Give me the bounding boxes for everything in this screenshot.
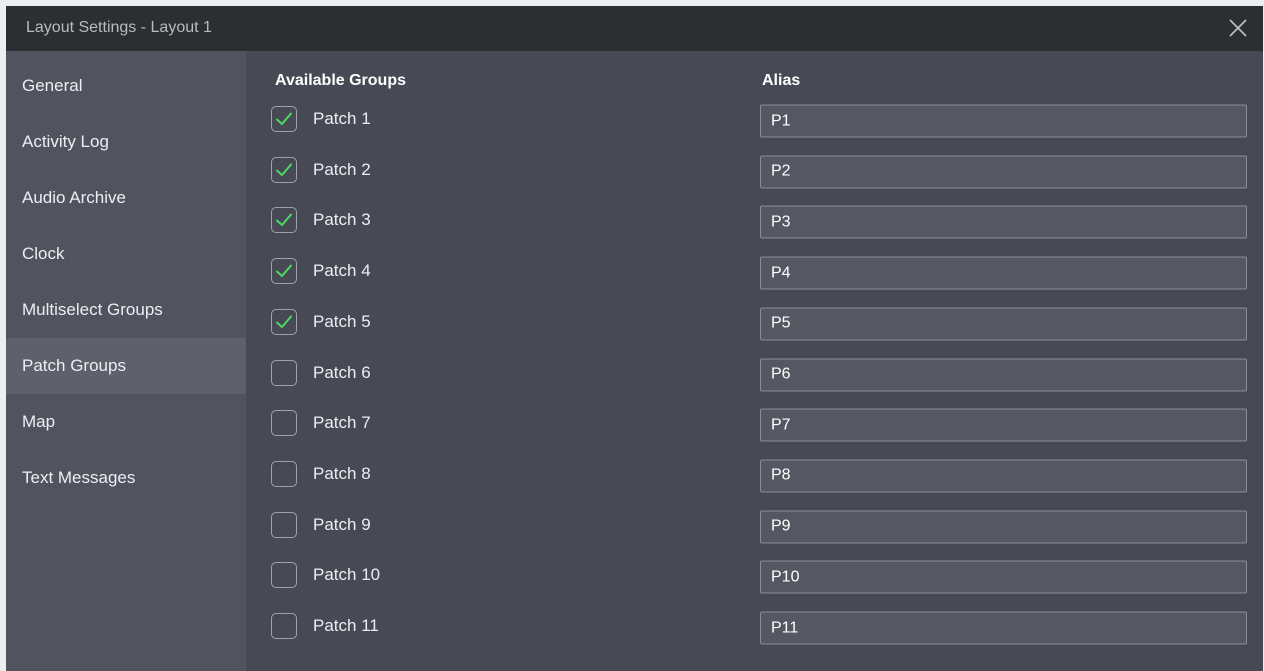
layout-settings-dialog: Layout Settings - Layout 1 General Activ… (6, 6, 1263, 671)
patch-group-row: Patch 7 (246, 405, 1263, 445)
patch-group-label: Patch 3 (313, 210, 371, 230)
alias-input[interactable] (760, 155, 1247, 189)
checkbox-checked[interactable] (271, 106, 297, 132)
patch-group-label: Patch 10 (313, 565, 381, 585)
alias-input[interactable] (760, 256, 1247, 290)
sidebar-item-text-messages[interactable]: Text Messages (6, 450, 246, 506)
sidebar-item-label: Clock (22, 244, 65, 263)
patch-group-row: Patch 8 (246, 456, 1263, 496)
sidebar-item-patch-groups[interactable]: Patch Groups (6, 338, 246, 394)
checkbox-unchecked[interactable] (271, 410, 297, 437)
alias-header: Alias (762, 72, 801, 89)
checkbox-checked[interactable] (271, 207, 297, 234)
sidebar-item-label: Text Messages (22, 468, 136, 487)
alias-input[interactable] (760, 560, 1247, 594)
patch-group-row: Patch 6 (246, 355, 1263, 395)
alias-input[interactable] (760, 611, 1247, 645)
title-bar: Layout Settings - Layout 1 (6, 6, 1263, 51)
checkbox-unchecked[interactable] (271, 359, 297, 386)
sidebar-item-label: Patch Groups (22, 356, 126, 375)
patch-group-row: Patch 3 (246, 202, 1263, 242)
settings-sidebar: General Activity Log Audio Archive Clock… (6, 51, 246, 671)
sidebar-item-general[interactable]: General (6, 58, 246, 114)
dialog-title: Layout Settings - Layout 1 (26, 19, 212, 36)
sidebar-item-clock[interactable]: Clock (6, 226, 246, 282)
available-groups-header: Available Groups (275, 72, 406, 89)
patch-group-row: Patch 4 (246, 253, 1263, 293)
checkbox-checked[interactable] (271, 156, 297, 183)
check-icon (276, 163, 292, 176)
patch-group-label: Patch 5 (313, 311, 371, 331)
patch-group-label: Patch 8 (313, 463, 371, 483)
alias-input[interactable] (760, 104, 1247, 138)
patch-group-label: Patch 9 (313, 514, 371, 534)
patch-group-row: Patch 1 (246, 101, 1263, 141)
patch-group-label: Patch 7 (313, 413, 371, 433)
check-icon (276, 112, 292, 125)
alias-input[interactable] (760, 459, 1247, 493)
patch-group-row: Patch 11 (246, 608, 1263, 648)
sidebar-item-label: Activity Log (22, 132, 109, 151)
sidebar-item-activity-log[interactable]: Activity Log (6, 114, 246, 170)
patch-group-row: Patch 5 (246, 304, 1263, 344)
sidebar-item-label: General (22, 76, 83, 95)
close-icon[interactable] (1227, 17, 1249, 39)
alias-input[interactable] (760, 408, 1247, 442)
checkbox-unchecked[interactable] (271, 460, 297, 487)
checkbox-unchecked[interactable] (271, 562, 297, 589)
sidebar-item-label: Multiselect Groups (22, 300, 163, 319)
sidebar-item-map[interactable]: Map (6, 394, 246, 450)
sidebar-item-multiselect-groups[interactable]: Multiselect Groups (6, 282, 246, 338)
alias-input[interactable] (760, 358, 1247, 391)
patch-groups-panel: Available Groups Alias Patch 1 Patch 2 Pat… (246, 51, 1263, 671)
patch-group-label: Patch 6 (313, 362, 371, 382)
patch-group-row: Patch 9 (246, 507, 1263, 547)
sidebar-item-audio-archive[interactable]: Audio Archive (6, 170, 246, 226)
patch-group-label: Patch 11 (313, 616, 379, 635)
check-icon (276, 315, 292, 328)
checkbox-checked[interactable] (271, 308, 297, 335)
alias-input[interactable] (760, 510, 1247, 544)
check-icon (276, 213, 292, 227)
sidebar-item-label: Map (22, 412, 56, 431)
checkbox-unchecked[interactable] (271, 613, 297, 639)
alias-input[interactable] (760, 307, 1247, 341)
alias-input[interactable] (760, 205, 1247, 239)
sidebar-item-label: Audio Archive (22, 188, 126, 207)
checkbox-checked[interactable] (271, 258, 297, 285)
checkbox-unchecked[interactable] (271, 511, 297, 538)
patch-group-label: Patch 4 (313, 261, 371, 281)
patch-group-label: Patch 1 (313, 109, 371, 128)
patch-group-label: Patch 2 (313, 159, 371, 179)
patch-group-row: Patch 2 (246, 152, 1263, 192)
check-icon (276, 264, 292, 278)
patch-group-row: Patch 10 (246, 557, 1263, 597)
